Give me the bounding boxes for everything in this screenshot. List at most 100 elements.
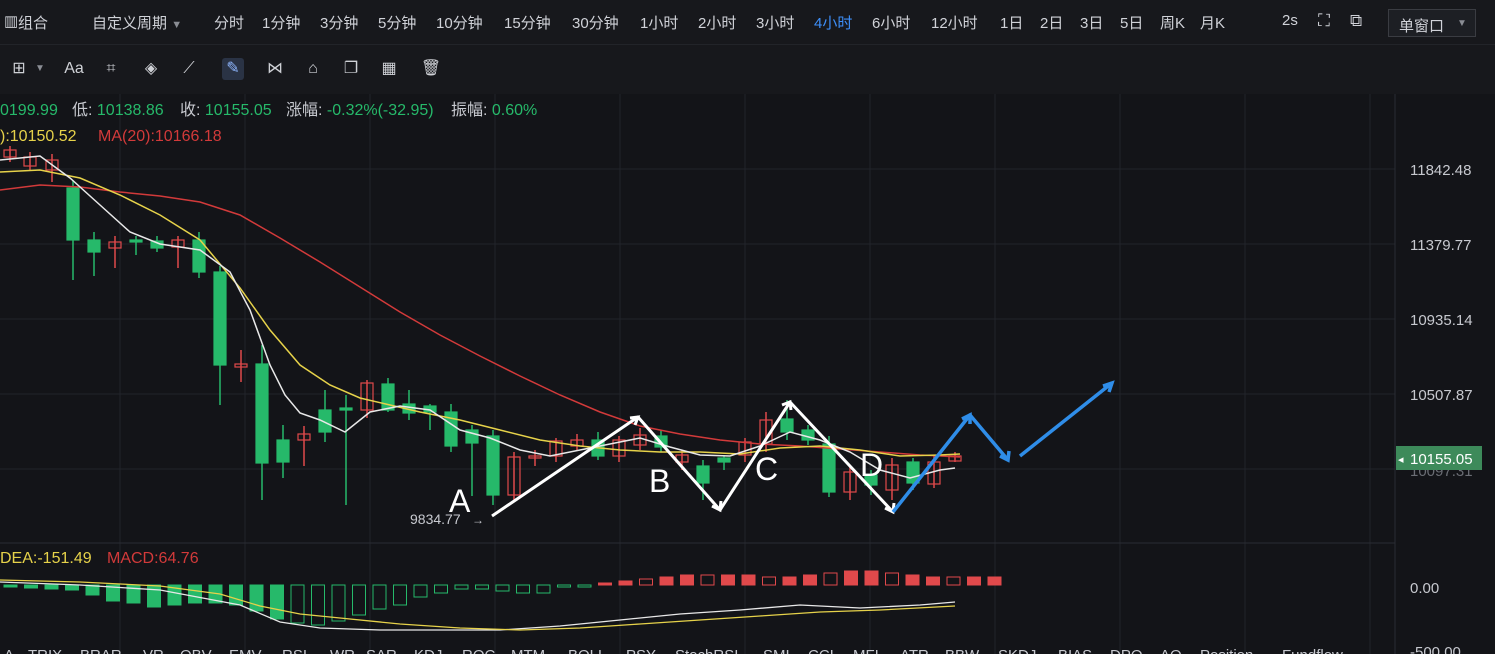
- indicator-tab[interactable]: StochRSI: [675, 647, 738, 654]
- indicator-tab[interactable]: BOLL: [568, 647, 606, 654]
- wave-label-a: A: [449, 483, 471, 519]
- candle-body: [213, 271, 227, 366]
- dea-info: DEA:-151.49: [0, 550, 92, 567]
- macd-bar: [782, 576, 797, 586]
- indicator-tab[interactable]: BBW: [945, 647, 980, 654]
- indicator-tab[interactable]: SKDJ: [998, 647, 1036, 654]
- indicator-tab[interactable]: MTM: [511, 647, 545, 654]
- high-value: 0199.99: [0, 102, 58, 119]
- indicator-tab[interactable]: WR: [330, 647, 355, 654]
- period-1h[interactable]: 1小时: [640, 12, 678, 33]
- period-month[interactable]: 月K: [1200, 12, 1225, 33]
- ma20-info: MA(20):10166.18: [98, 128, 222, 145]
- candle-body: [255, 363, 269, 464]
- period-1d[interactable]: 1日: [1000, 12, 1023, 33]
- indicator-tab[interactable]: AO: [1160, 647, 1182, 654]
- kline-chart[interactable]: 11842.48 11379.77 10935.14 10507.87 1009…: [0, 94, 1495, 654]
- period-week[interactable]: 周K: [1160, 12, 1185, 33]
- lock-icon[interactable]: ⌂: [302, 58, 324, 80]
- indicator-tab[interactable]: Position: [1200, 647, 1253, 654]
- period-12h[interactable]: 12小时: [931, 12, 978, 33]
- image-icon[interactable]: ▦: [378, 58, 400, 80]
- refresh-interval[interactable]: 2s: [1282, 12, 1298, 29]
- chevron-down-icon: ▼: [1457, 18, 1467, 29]
- period-3d[interactable]: 3日: [1080, 12, 1103, 33]
- indicator-tab[interactable]: PSY: [626, 647, 656, 654]
- chevron-down-icon[interactable]: ▼: [34, 58, 46, 80]
- fullscreen-icon[interactable]: ⛶: [1318, 11, 1330, 31]
- change-value: -0.32%(-32.95): [327, 102, 434, 119]
- period-6h[interactable]: 6小时: [872, 12, 910, 33]
- period-5d[interactable]: 5日: [1120, 12, 1143, 33]
- eraser-icon[interactable]: ◈: [140, 58, 162, 80]
- indicator-tab[interactable]: A: [4, 647, 14, 654]
- period-3h[interactable]: 3小时: [756, 12, 794, 33]
- candle-body: [339, 407, 353, 411]
- ruler-icon[interactable]: ⟋: [178, 58, 200, 80]
- ohlc-info: 0199.99 低: 10138.86 收: 10155.05 涨幅: -0.3…: [0, 101, 537, 119]
- fib-icon[interactable]: ⌗: [100, 58, 122, 80]
- wave-label-b: B: [649, 463, 670, 499]
- indicator-tab[interactable]: MFI: [853, 647, 879, 654]
- combo-button[interactable]: 组合: [18, 12, 48, 33]
- macd-tick: 0.00: [1410, 580, 1439, 597]
- chevron-down-icon: ▼: [171, 19, 183, 31]
- macd-bar: [229, 584, 243, 606]
- indicator-tab[interactable]: RSI: [282, 647, 307, 654]
- close-label: 收:: [180, 101, 200, 119]
- popout-icon[interactable]: ⧉: [1350, 11, 1362, 31]
- indicator-tab[interactable]: BRAR: [80, 647, 122, 654]
- text-tool-button[interactable]: Aa: [60, 58, 88, 80]
- candle-body: [780, 418, 794, 433]
- candle-body: [717, 457, 731, 463]
- macd-info: MACD:64.76: [107, 550, 199, 567]
- macd-bar: [249, 584, 264, 612]
- period-2d[interactable]: 2日: [1040, 12, 1063, 33]
- indicator-tab[interactable]: CCI: [808, 647, 834, 654]
- combo-icon[interactable]: ▥: [4, 12, 18, 30]
- indicator-tab[interactable]: KDJ: [414, 647, 442, 654]
- period-10min[interactable]: 10分钟: [436, 12, 483, 33]
- copy-icon[interactable]: ❐: [340, 58, 362, 80]
- indicator-tab[interactable]: ATR: [900, 647, 929, 654]
- period-4h[interactable]: 4小时: [814, 12, 852, 33]
- price-tick: 10935.14: [1410, 312, 1473, 329]
- indicator-tab[interactable]: OBV: [180, 647, 212, 654]
- period-fen-shi[interactable]: 分时: [214, 12, 244, 33]
- indicator-tab[interactable]: BIAS: [1058, 647, 1092, 654]
- macd-bar: [905, 574, 920, 586]
- price-tick: 11842.48: [1410, 162, 1471, 179]
- trash-icon[interactable]: 🗑: [420, 58, 442, 80]
- period-1min[interactable]: 1分钟: [262, 12, 300, 33]
- chart-background: [0, 94, 1495, 654]
- indicator-tab[interactable]: Fundflow: [1282, 647, 1343, 654]
- macd-bar: [270, 584, 284, 620]
- crosshair-icon[interactable]: ⊞: [8, 58, 30, 80]
- period-2h[interactable]: 2小时: [698, 12, 736, 33]
- macd-bar: [967, 576, 981, 586]
- window-mode-select[interactable]: 单窗口 ▼: [1388, 9, 1476, 37]
- arrow-right-icon: →: [472, 513, 484, 527]
- pen-icon[interactable]: ✎: [222, 58, 244, 80]
- period-15min[interactable]: 15分钟: [504, 12, 551, 33]
- amplitude-label: 振幅:: [451, 101, 487, 119]
- candle-body: [486, 435, 500, 496]
- indicator-tab[interactable]: DPO: [1110, 647, 1143, 654]
- indicator-tab[interactable]: SMI: [763, 647, 790, 654]
- macd-bar: [24, 584, 38, 589]
- wave-icon[interactable]: ⋈: [262, 58, 288, 80]
- amplitude-value: 0.60%: [492, 102, 537, 119]
- indicator-tab[interactable]: ROC: [462, 647, 496, 654]
- indicator-tab[interactable]: SAR: [366, 647, 397, 654]
- period-30min[interactable]: 30分钟: [572, 12, 619, 33]
- indicator-tab[interactable]: VR: [143, 647, 164, 654]
- period-5min[interactable]: 5分钟: [378, 12, 416, 33]
- period-3min[interactable]: 3分钟: [320, 12, 358, 33]
- custom-period-dropdown[interactable]: 自定义周期 ▼: [92, 12, 182, 33]
- macd-bar: [987, 576, 1002, 586]
- macd-bar: [618, 580, 633, 586]
- indicator-tab[interactable]: EMV: [229, 647, 262, 654]
- indicator-tab[interactable]: TRIX: [28, 647, 62, 654]
- current-price-label: 10155.05: [1410, 451, 1473, 468]
- candle-body: [276, 439, 290, 463]
